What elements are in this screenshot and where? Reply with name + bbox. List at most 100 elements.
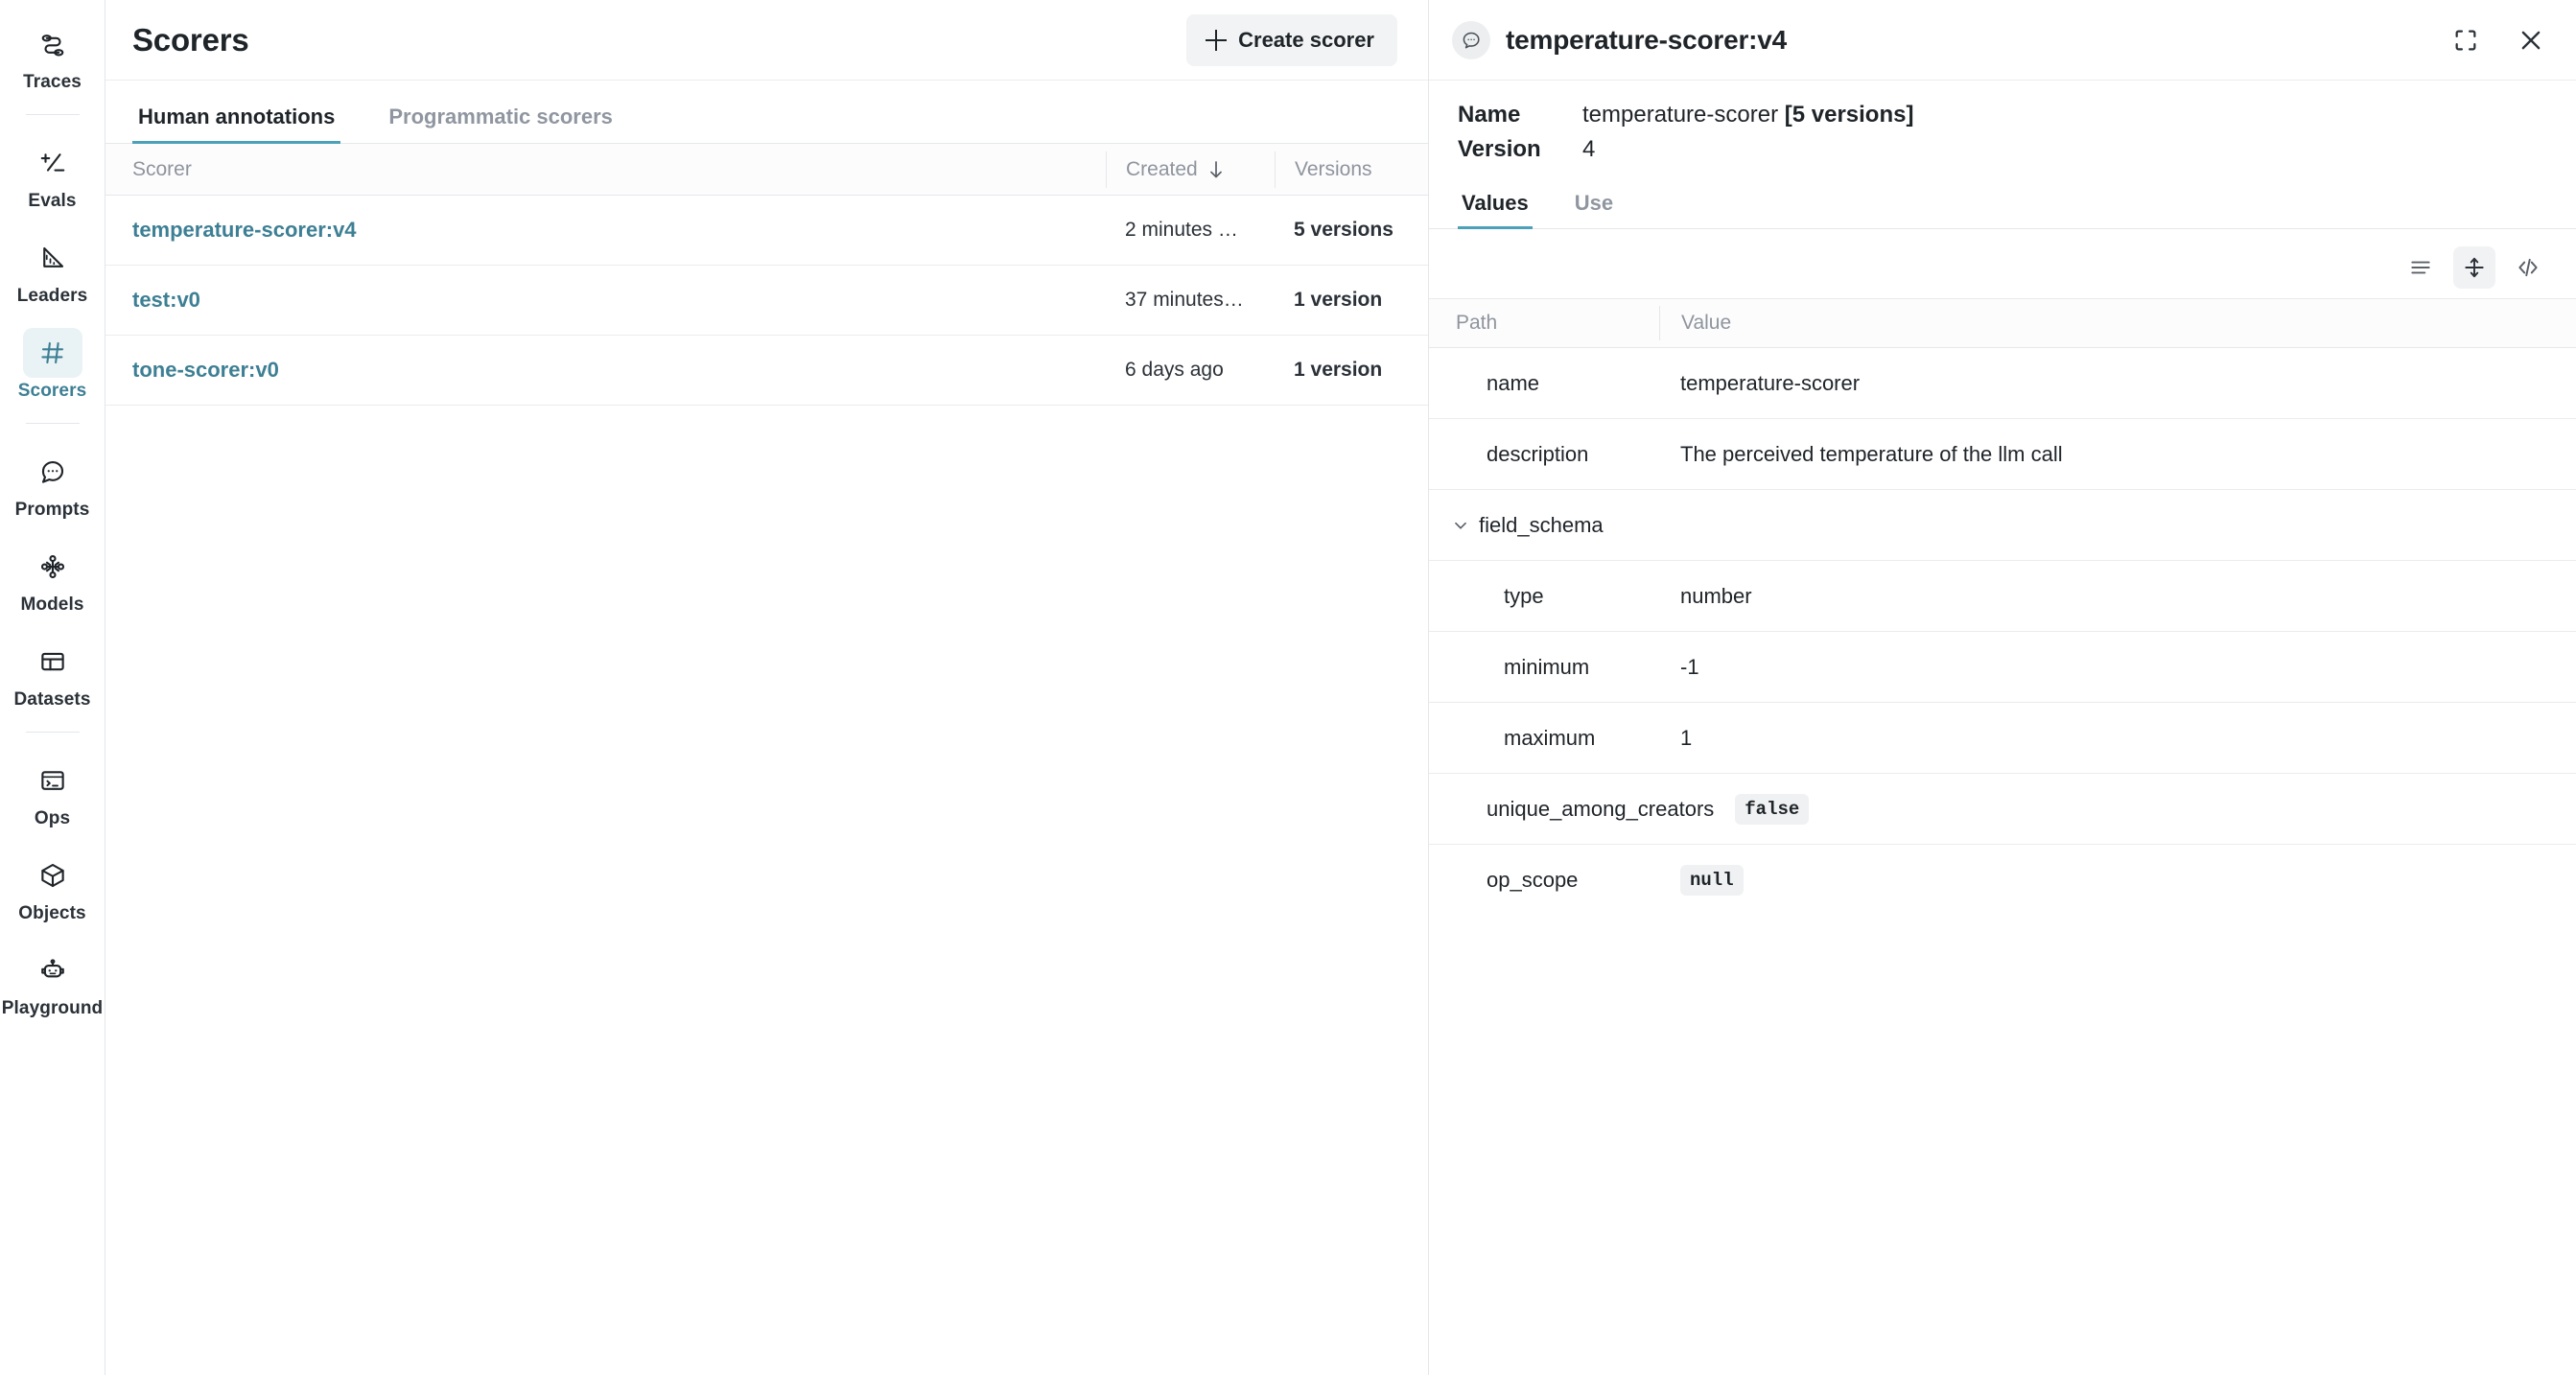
cell-created: 37 minutes… bbox=[1106, 282, 1275, 318]
scorer-detail-drawer: temperature-scorer:v4 Name temperature-s… bbox=[1429, 0, 2576, 1375]
sidebar-item-label: Datasets bbox=[13, 689, 90, 711]
expand-icon[interactable] bbox=[2449, 24, 2482, 57]
prompts-chat-icon bbox=[23, 447, 82, 497]
tab-human-annotations[interactable]: Human annotations bbox=[132, 105, 340, 144]
sidebar-item-prompts[interactable]: Prompts bbox=[7, 441, 99, 524]
values-row[interactable]: name temperature-scorer bbox=[1429, 348, 2576, 419]
tab-values[interactable]: Values bbox=[1458, 191, 1533, 229]
tab-programmatic-scorers[interactable]: Programmatic scorers bbox=[383, 105, 619, 144]
playground-robot-icon bbox=[23, 945, 82, 995]
sidebar-item-label: Leaders bbox=[17, 286, 88, 307]
scorers-hash-icon bbox=[23, 328, 82, 378]
drawer-header: temperature-scorer:v4 bbox=[1429, 0, 2576, 81]
sidebar-item-label: Prompts bbox=[15, 500, 90, 521]
values-row-value-chip: null bbox=[1680, 865, 1744, 896]
scorer-link[interactable]: temperature-scorer:v4 bbox=[132, 218, 357, 242]
nav-divider bbox=[26, 114, 80, 115]
sidebar-item-leaders[interactable]: Leaders bbox=[7, 227, 99, 311]
drawer-title: temperature-scorer:v4 bbox=[1506, 25, 1787, 56]
chevron-down-icon[interactable] bbox=[1450, 515, 1471, 536]
scorer-link[interactable]: test:v0 bbox=[132, 288, 200, 312]
column-header-created-label: Created bbox=[1126, 158, 1198, 181]
drawer-meta: Name temperature-scorer [5 versions] Ver… bbox=[1429, 81, 2576, 171]
tab-use[interactable]: Use bbox=[1571, 191, 1617, 229]
meta-row-version: Version 4 bbox=[1458, 136, 2547, 163]
sidebar-item-ops[interactable]: Ops bbox=[7, 750, 99, 833]
leaderboards-icon bbox=[23, 233, 82, 283]
meta-label-version: Version bbox=[1458, 136, 1582, 163]
sidebar-item-label: Playground bbox=[2, 998, 104, 1019]
left-nav-sidebar: Traces Evals Leaders Scorers P bbox=[0, 0, 105, 1375]
sidebar-item-label: Models bbox=[20, 594, 83, 616]
sidebar-item-label: Scorers bbox=[18, 381, 86, 402]
evals-icon bbox=[23, 138, 82, 188]
values-row-path: minimum bbox=[1429, 655, 1659, 680]
meta-value-name: temperature-scorer [5 versions] bbox=[1582, 102, 1913, 128]
values-row-value: -1 bbox=[1659, 655, 2576, 680]
sidebar-item-objects[interactable]: Objects bbox=[7, 845, 99, 928]
sidebar-item-evals[interactable]: Evals bbox=[7, 132, 99, 216]
sidebar-item-traces[interactable]: Traces bbox=[7, 13, 99, 97]
close-icon[interactable] bbox=[2515, 24, 2547, 57]
main-header: Scorers Create scorer bbox=[105, 0, 1428, 81]
sidebar-item-playground[interactable]: Playground bbox=[7, 940, 99, 1023]
meta-value-name-text: temperature-scorer bbox=[1582, 102, 1785, 128]
cell-scorer: tone-scorer:v0 bbox=[105, 358, 1106, 383]
scorer-chat-bubble-icon bbox=[1452, 21, 1490, 59]
meta-value-versions: [5 versions] bbox=[1785, 102, 1914, 128]
list-view-icon[interactable] bbox=[2400, 246, 2442, 289]
column-header-versions[interactable]: Versions bbox=[1275, 151, 1428, 188]
sidebar-item-datasets[interactable]: Datasets bbox=[7, 631, 99, 714]
datasets-icon bbox=[23, 637, 82, 687]
values-header-row: Path Value bbox=[1429, 298, 2576, 348]
cell-versions: 5 versions bbox=[1275, 212, 1428, 248]
create-scorer-button[interactable]: Create scorer bbox=[1186, 14, 1397, 66]
values-row-path: field_schema bbox=[1479, 513, 1604, 538]
table-header-row: Scorer Created Versions bbox=[105, 144, 1428, 196]
nav-divider bbox=[26, 423, 80, 424]
scorer-link[interactable]: tone-scorer:v0 bbox=[132, 358, 279, 382]
objects-cube-icon bbox=[23, 851, 82, 900]
table-row[interactable]: test:v0 37 minutes… 1 version bbox=[105, 266, 1428, 336]
values-row-value: temperature-scorer bbox=[1659, 371, 2576, 396]
expand-rows-icon[interactable] bbox=[2453, 246, 2495, 289]
values-row-value: 1 bbox=[1659, 726, 2576, 751]
values-table: Path Value name temperature-scorer descr… bbox=[1429, 298, 2576, 916]
values-row[interactable]: minimum -1 bbox=[1429, 632, 2576, 703]
values-row-value-wrap: null bbox=[1659, 865, 2576, 896]
values-row-path: op_scope bbox=[1429, 868, 1659, 893]
cell-scorer: temperature-scorer:v4 bbox=[105, 218, 1106, 243]
values-row[interactable]: unique_among_creators false bbox=[1429, 774, 2576, 845]
column-header-path: Path bbox=[1429, 312, 1659, 335]
page-title: Scorers bbox=[132, 22, 249, 58]
code-view-icon[interactable] bbox=[2507, 246, 2549, 289]
meta-label-name: Name bbox=[1458, 102, 1582, 128]
sidebar-item-label: Traces bbox=[23, 72, 82, 93]
values-row[interactable]: op_scope null bbox=[1429, 845, 2576, 916]
values-row-path: type bbox=[1429, 584, 1659, 609]
values-row-value: The perceived temperature of the llm cal… bbox=[1659, 442, 2576, 467]
column-header-scorer[interactable]: Scorer bbox=[105, 158, 1106, 181]
table-row[interactable]: tone-scorer:v0 6 days ago 1 version bbox=[105, 336, 1428, 406]
values-row-value: number bbox=[1659, 584, 2576, 609]
plus-icon bbox=[1206, 30, 1227, 51]
column-header-created[interactable]: Created bbox=[1106, 151, 1275, 188]
values-row[interactable]: maximum 1 bbox=[1429, 703, 2576, 774]
sidebar-item-scorers[interactable]: Scorers bbox=[7, 322, 99, 406]
cell-created: 6 days ago bbox=[1106, 352, 1275, 388]
values-row-value-wrap: false bbox=[1714, 794, 2576, 825]
cell-versions: 1 version bbox=[1275, 282, 1428, 318]
values-row-path-group: field_schema bbox=[1429, 513, 1659, 538]
list-tabs: Human annotations Programmatic scorers bbox=[105, 81, 1428, 144]
sidebar-item-models[interactable]: Models bbox=[7, 536, 99, 619]
values-row-path: unique_among_creators bbox=[1429, 797, 1714, 822]
sidebar-item-label: Evals bbox=[28, 191, 76, 212]
values-row[interactable]: description The perceived temperature of… bbox=[1429, 419, 2576, 490]
models-icon bbox=[23, 542, 82, 592]
table-row[interactable]: temperature-scorer:v4 2 minutes … 5 vers… bbox=[105, 196, 1428, 266]
values-row-path: name bbox=[1429, 371, 1659, 396]
values-row[interactable]: type number bbox=[1429, 561, 2576, 632]
traces-icon bbox=[23, 19, 82, 69]
values-row-expandable[interactable]: field_schema bbox=[1429, 490, 2576, 561]
column-header-value: Value bbox=[1659, 306, 2576, 340]
